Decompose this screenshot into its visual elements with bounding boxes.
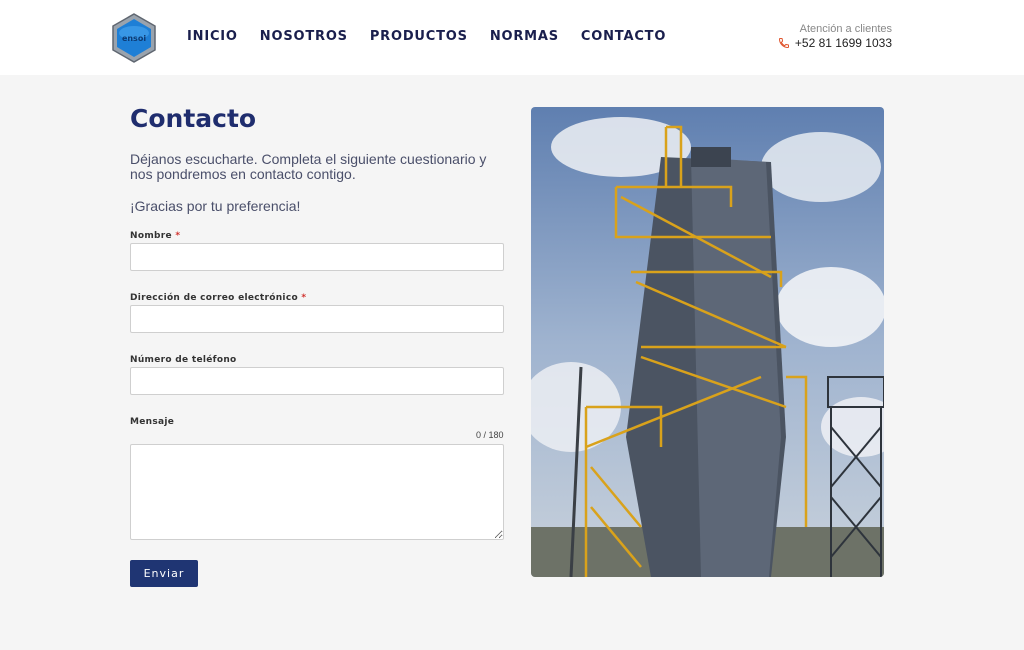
message-label: Mensaje	[130, 417, 175, 427]
phone-link[interactable]: +52 81 1699 1033	[778, 36, 892, 50]
nav-contacto[interactable]: CONTACTO	[581, 29, 666, 44]
email-label-text: Dirección de correo electrónico	[130, 293, 298, 303]
company-logo[interactable]: ensoi	[110, 13, 158, 63]
nav-normas[interactable]: NORMAS	[490, 29, 559, 44]
thanks-text: ¡Gracias por tu preferencia!	[130, 198, 301, 214]
required-mark: *	[301, 293, 307, 303]
required-mark: *	[175, 231, 181, 241]
main-nav: INICIO NOSOTROS PRODUCTOS NORMAS CONTACT…	[187, 29, 666, 44]
name-input[interactable]	[130, 243, 504, 271]
nav-nosotros[interactable]: NOSOTROS	[260, 29, 348, 44]
customer-service-label: Atención a clientes	[799, 23, 892, 35]
email-label: Dirección de correo electrónico *	[130, 293, 306, 303]
phone-input[interactable]	[130, 367, 504, 395]
phone-label: Número de teléfono	[130, 355, 237, 365]
site-header: ensoi INICIO NOSOTROS PRODUCTOS NORMAS C…	[0, 0, 1024, 75]
char-counter: 0 / 180	[476, 430, 504, 440]
intro-text: Déjanos escucharte. Completa el siguient…	[130, 151, 487, 182]
nav-productos[interactable]: PRODUCTOS	[370, 29, 468, 44]
name-label-text: Nombre	[130, 231, 172, 241]
customer-service-box: Atención a clientes +52 81 1699 1033	[778, 23, 892, 50]
svg-text:ensoi: ensoi	[122, 34, 146, 43]
page-title: Contacto	[130, 104, 257, 133]
name-label: Nombre *	[130, 231, 180, 241]
industrial-plant-photo	[531, 107, 884, 577]
nav-inicio[interactable]: INICIO	[187, 29, 238, 44]
phone-icon	[778, 38, 789, 49]
phone-number: +52 81 1699 1033	[794, 36, 892, 50]
message-textarea[interactable]	[130, 444, 504, 540]
email-input[interactable]	[130, 305, 504, 333]
submit-button[interactable]: Enviar	[130, 560, 198, 587]
